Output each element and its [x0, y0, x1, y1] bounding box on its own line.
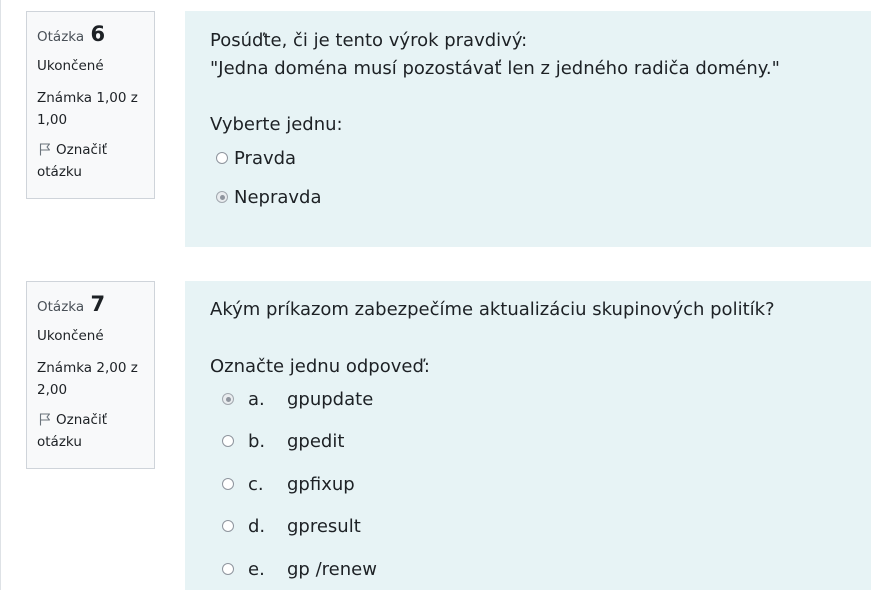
option-label: gp /renew [287, 558, 377, 580]
radio-button[interactable] [222, 520, 234, 532]
question-state: Ukončené [37, 58, 104, 74]
answer-option-b[interactable]: b. gpedit [222, 427, 344, 455]
option-label: gpfixup [287, 473, 355, 495]
option-label: Pravda [234, 147, 297, 169]
radio-button[interactable] [216, 152, 228, 164]
answer-prompt: Označte jednu odpoveď: [210, 356, 430, 377]
flag-question-link[interactable]: Označiť otázku [37, 139, 144, 183]
radio-button[interactable] [222, 563, 234, 575]
question-label: Otázka [37, 29, 85, 45]
radio-button[interactable] [222, 435, 234, 447]
question-label: Otázka [37, 299, 85, 315]
flag-question-link[interactable]: Označiť otázku [37, 409, 144, 453]
answer-option-c[interactable]: c. gpfixup [222, 470, 355, 498]
option-letter: d. [248, 515, 266, 537]
radio-button[interactable] [222, 478, 234, 490]
radio-button-checked[interactable] [216, 191, 228, 203]
option-label: gpupdate [287, 388, 374, 410]
answer-option-d[interactable]: d. gpresult [222, 512, 361, 540]
question-text: Akým príkazom zabezpečíme aktualizáciu s… [210, 296, 775, 324]
left-border [0, 0, 1, 590]
option-label: gpresult [287, 515, 361, 537]
question-info-7: Otázka 7 Ukončené Známka 2,00 z 2,00 Ozn… [26, 281, 155, 469]
option-label: gpedit [287, 430, 345, 452]
answer-option-a[interactable]: a. gpupdate [222, 385, 373, 413]
question-text: Posúďte, či je tento výrok pravdivý: "Je… [210, 27, 780, 83]
question-number-value: 6 [90, 22, 106, 46]
question-content-6: Posúďte, či je tento výrok pravdivý: "Je… [185, 11, 871, 247]
question-number: Otázka 6 [37, 20, 144, 50]
question-number: Otázka 7 [37, 290, 144, 320]
question-text-line-1: Akým príkazom zabezpečíme aktualizáciu s… [210, 299, 775, 320]
answer-prompt: Vyberte jednu: [210, 114, 343, 135]
flag-icon [39, 413, 50, 426]
quiz-review-page: Otázka 6 Ukončené Známka 1,00 z 1,00 Ozn… [0, 0, 871, 590]
option-letter: b. [248, 430, 266, 452]
answer-option-nepravda[interactable]: Nepravda [216, 183, 322, 211]
question-grade: Známka 2,00 z 2,00 [37, 360, 138, 398]
question-number-value: 7 [90, 292, 106, 316]
radio-button-checked[interactable] [222, 393, 234, 405]
question-content-7: Akým príkazom zabezpečíme aktualizáciu s… [185, 281, 871, 590]
question-grade: Známka 1,00 z 1,00 [37, 90, 138, 128]
answer-option-pravda[interactable]: Pravda [216, 144, 296, 172]
question-state: Ukončené [37, 328, 104, 344]
option-letter: c. [248, 473, 264, 495]
question-text-line-2: "Jedna doména musí pozostávať len z jedn… [210, 58, 780, 79]
question-text-line-1: Posúďte, či je tento výrok pravdivý: [210, 30, 528, 51]
option-letter: e. [248, 558, 265, 580]
answer-option-e[interactable]: e. gp /renew [222, 555, 377, 583]
option-letter: a. [248, 388, 265, 410]
option-label: Nepravda [234, 186, 322, 208]
question-info-6: Otázka 6 Ukončené Známka 1,00 z 1,00 Ozn… [26, 11, 155, 199]
flag-icon [39, 143, 50, 156]
